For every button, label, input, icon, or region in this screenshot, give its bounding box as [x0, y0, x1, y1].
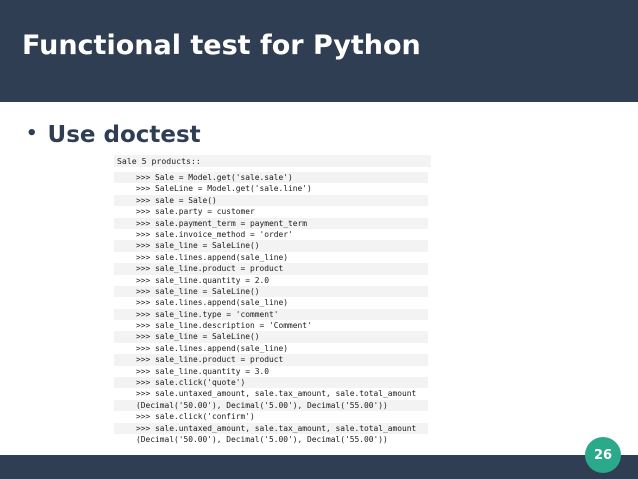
code-line: >>> sale = Sale() [114, 194, 428, 207]
code-line: >>> sale.lines.append(sale_line) [114, 251, 428, 264]
code-title: Sale 5 products:: [114, 155, 431, 167]
slide-header: Functional test for Python [0, 0, 638, 102]
code-line: >>> sale.invoice_method = 'order' [114, 228, 428, 241]
code-block: >>> Sale = Model.get('sale.sale') >>> Sal… [114, 172, 428, 446]
code-line: >>> sale.untaxed_amount, sale.tax_amount… [114, 422, 428, 434]
code-line: >>> sale.party = customer [114, 206, 428, 218]
code-line: >>> sale.click('confirm') [114, 411, 428, 423]
page-number-badge: 26 [585, 437, 621, 473]
slide-footer [0, 455, 638, 479]
code-line: >>> sale_line.product = product [114, 354, 428, 366]
code-line: >>> sale_line = SaleLine() [114, 285, 428, 298]
code-line: >>> sale_line = SaleLine() [114, 331, 428, 343]
code-line: >>> sale.lines.append(sale_line) [114, 342, 428, 355]
code-line: >>> sale.untaxed_amount, sale.tax_amount… [114, 388, 428, 400]
code-line: >>> sale_line.description = 'Comment' [114, 320, 428, 332]
code-line: >>> sale.lines.append(sale_line) [114, 297, 428, 309]
code-line: >>> sale_line.quantity = 2.0 [114, 274, 428, 286]
bullet-text: Use doctest [47, 122, 201, 148]
code-line: >>> sale_line = SaleLine() [114, 240, 428, 252]
code-line: >>> SaleLine = Model.get('sale.line') [114, 183, 428, 195]
bullet-dot-icon: • [26, 123, 38, 144]
code-line: >>> sale.click('quote') [114, 377, 428, 389]
code-line: >>> sale.payment_term = payment_term [114, 217, 428, 229]
code-line: >>> sale_line.quantity = 3.0 [114, 365, 428, 378]
code-line: >>> sale_line.type = 'comment' [114, 308, 428, 321]
slide-title: Functional test for Python [22, 30, 421, 61]
bullet-item: • Use doctest [26, 122, 201, 148]
code-line: (Decimal('50.00'), Decimal('5.00'), Deci… [114, 433, 428, 446]
code-line: (Decimal('50.00'), Decimal('5.00'), Deci… [114, 399, 428, 412]
code-line: >>> sale_line.product = product [114, 263, 428, 275]
code-line: >>> Sale = Model.get('sale.sale') [114, 172, 428, 184]
